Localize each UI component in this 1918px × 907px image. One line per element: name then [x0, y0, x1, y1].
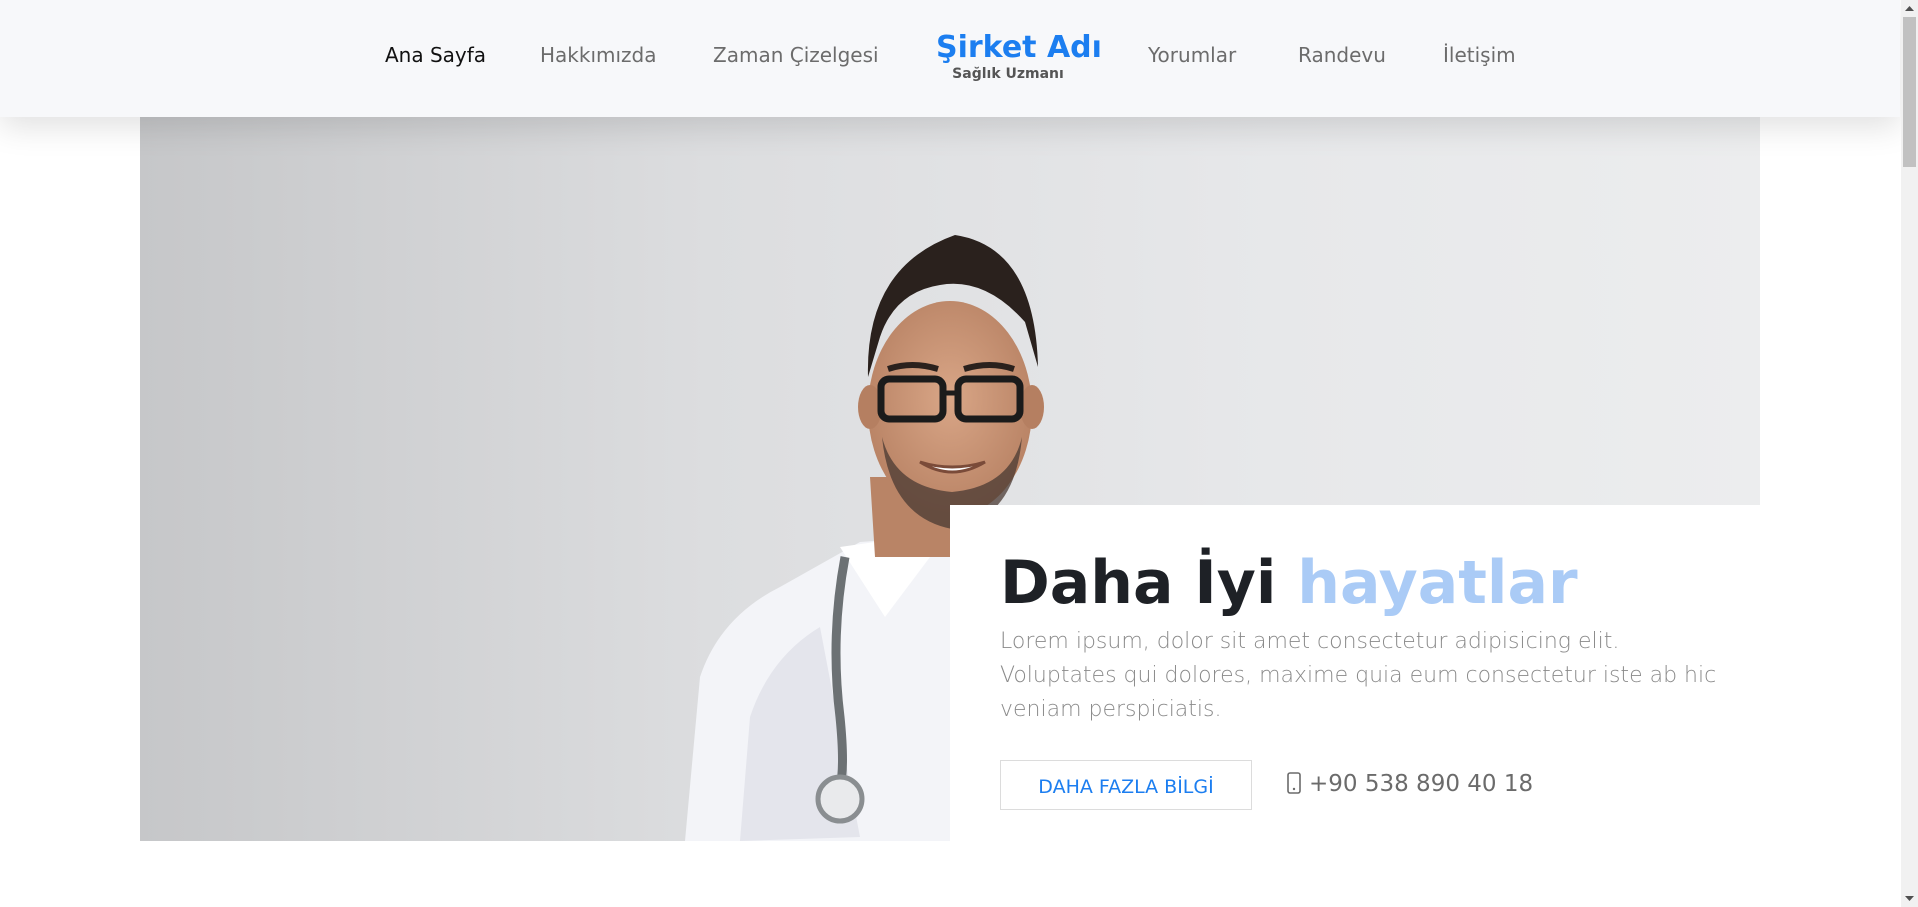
nav-item-testimonials[interactable]: Yorumlar: [1148, 43, 1236, 67]
brand-title: Şirket Adı: [936, 30, 1102, 65]
hero-card: Daha İyi hayatlar Lorem ipsum, dolor sit…: [950, 505, 1760, 841]
hero-title-main: Daha İyi: [1000, 548, 1277, 618]
nav-item-contact[interactable]: İletişim: [1443, 43, 1516, 67]
nav-item-timeline[interactable]: Zaman Çizelgesi: [713, 43, 879, 67]
phone-number: +90 538 890 40 18: [1309, 771, 1534, 797]
page-scrollbar[interactable]: [1901, 0, 1918, 907]
mobile-phone-icon: [1287, 772, 1301, 794]
hero-title-highlight: hayatlar: [1297, 548, 1578, 618]
nav-item-home[interactable]: Ana Sayfa: [385, 43, 486, 67]
scroll-down-arrow-icon[interactable]: [1901, 890, 1918, 907]
top-navbar: Ana Sayfa Hakkımızda Zaman Çizelgesi Şir…: [0, 0, 1900, 117]
hero-description: Lorem ipsum, dolor sit amet consectetur …: [1000, 629, 1717, 722]
brand-subtitle: Sağlık Uzmanı: [952, 66, 1064, 82]
more-info-button[interactable]: DAHA FAZLA BİLGİ: [1000, 760, 1252, 810]
nav-item-appointment[interactable]: Randevu: [1298, 43, 1386, 67]
scrollbar-thumb[interactable]: [1903, 17, 1916, 167]
brand-logo[interactable]: Şirket Adı Sağlık Uzmanı: [936, 30, 1102, 82]
nav-item-about[interactable]: Hakkımızda: [540, 43, 657, 67]
phone-link[interactable]: +90 538 890 40 18: [1287, 771, 1533, 797]
scroll-up-arrow-icon[interactable]: [1901, 0, 1918, 17]
page: Ana Sayfa Hakkımızda Zaman Çizelgesi Şir…: [0, 0, 1918, 907]
hero-title: Daha İyi hayatlar: [1000, 543, 1578, 623]
